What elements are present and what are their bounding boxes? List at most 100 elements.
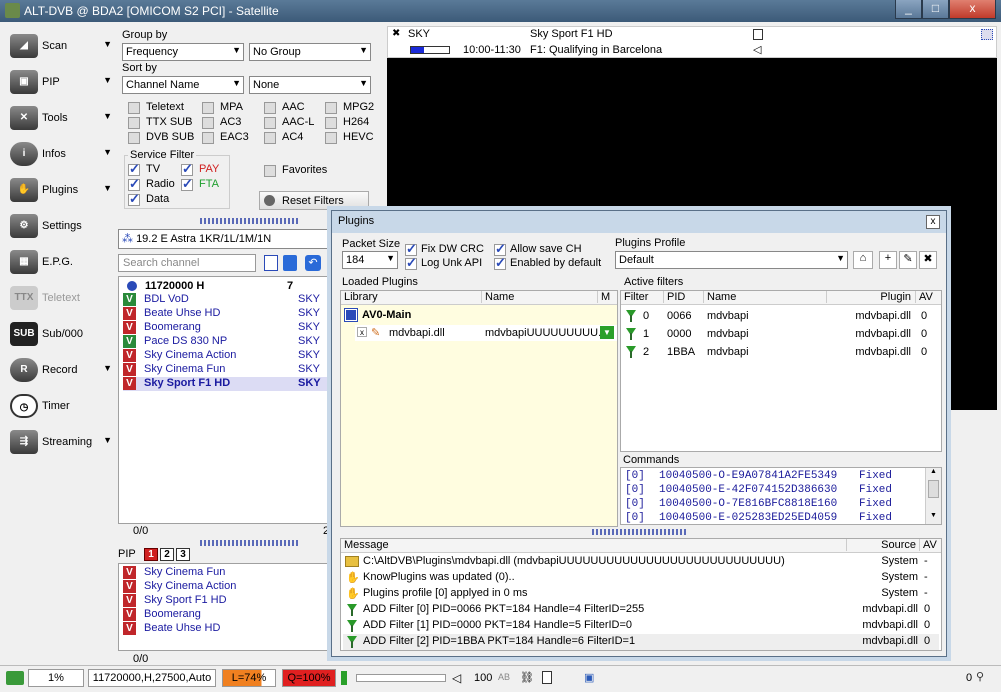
filter-h264-checkbox[interactable] bbox=[325, 117, 337, 129]
search-channel-input[interactable]: Search channel bbox=[118, 254, 256, 272]
minimize-button[interactable]: _ bbox=[895, 0, 922, 19]
nav-subtitles[interactable]: SUB Sub/000 bbox=[8, 318, 112, 350]
nav-epg[interactable]: ▦ E.P.G. bbox=[8, 246, 112, 278]
active-filter-row[interactable]: 1 0000 mdvbapi mdvbapi.dll 0 bbox=[621, 326, 941, 342]
nav-timer[interactable]: ◷ Timer bbox=[8, 390, 112, 422]
pip-row[interactable]: V Sky Cinema Action bbox=[123, 580, 328, 594]
chevron-down-icon[interactable]: ▼ bbox=[103, 363, 112, 373]
enabled-by-default-checkbox[interactable] bbox=[494, 255, 506, 271]
pip-row[interactable]: V Sky Cinema Fun bbox=[123, 566, 328, 580]
chevron-down-icon[interactable]: ▼ bbox=[103, 183, 112, 193]
lock-icon[interactable] bbox=[542, 671, 552, 684]
epg-list-icon[interactable] bbox=[753, 29, 763, 40]
channel-row[interactable]: V Pace DS 830 NP SKY bbox=[123, 335, 328, 349]
zoom-icon[interactable]: ⚲ bbox=[976, 670, 984, 683]
loaded-plugin-row[interactable]: x ✎ mdvbapi.dll mdvbapiUUUUUUUUU... ▼ bbox=[355, 325, 617, 341]
chevron-down-icon[interactable]: ▼ bbox=[103, 111, 112, 121]
filter-aac-checkbox[interactable] bbox=[264, 102, 276, 114]
volume-slider[interactable] bbox=[356, 674, 446, 682]
nav-streaming[interactable]: ⇶ Streaming ▼ bbox=[8, 426, 112, 458]
channel-row[interactable]: V Sky Cinema Fun SKY bbox=[123, 363, 328, 377]
nav-settings[interactable]: ⚙ Settings bbox=[8, 210, 112, 242]
message-row[interactable]: ADD Filter [1] PID=0000 PKT=184 Handle=5… bbox=[343, 618, 939, 634]
channel-row-selected[interactable]: V Sky Sport F1 HD SKY bbox=[123, 377, 328, 391]
av-main-group[interactable]: AV0-Main bbox=[362, 309, 411, 321]
filter-eac3-checkbox[interactable] bbox=[202, 132, 214, 144]
edit-profile-icon[interactable]: ✎ bbox=[899, 251, 917, 269]
speaker-icon[interactable]: ◁ bbox=[452, 671, 461, 685]
pip-row[interactable]: V Beate Uhse HD bbox=[123, 622, 328, 636]
service-pay-checkbox[interactable] bbox=[181, 161, 193, 177]
command-row[interactable]: [0] 10040500-O-7E816BFC8818E160 Fixed bbox=[625, 498, 892, 510]
sort-by-select[interactable]: Channel Name ▼ bbox=[122, 76, 244, 94]
epg-fullscreen-icon[interactable] bbox=[981, 29, 993, 40]
favorites-checkbox[interactable] bbox=[264, 165, 276, 177]
plugin-menu-icon[interactable]: ▼ bbox=[600, 326, 614, 339]
channel-row[interactable]: V Beate Uhse HD SKY bbox=[123, 307, 328, 321]
filter-ac4-checkbox[interactable] bbox=[264, 132, 276, 144]
message-row[interactable]: ✋ KnowPlugins was updated (0).. System - bbox=[343, 570, 939, 586]
nav-scan[interactable]: ◢ Scan ▼ bbox=[8, 30, 112, 62]
delete-profile-icon[interactable]: ✖ bbox=[919, 251, 937, 269]
message-row[interactable]: ADD Filter [2] PID=1BBA PKT=184 Handle=6… bbox=[343, 634, 939, 650]
filter-teletext-checkbox[interactable] bbox=[128, 102, 140, 114]
nav-tools[interactable]: ✕ Tools ▼ bbox=[8, 102, 112, 134]
pip-tab-2[interactable]: 2 bbox=[160, 548, 174, 561]
satellite-select[interactable]: ⁂ 19.2 E Astra 1KR/1L/1M/1N bbox=[118, 229, 328, 249]
filter-dvbsub-checkbox[interactable] bbox=[128, 132, 140, 144]
filter-ttxsub-checkbox[interactable] bbox=[128, 117, 140, 129]
message-row[interactable]: ADD Filter [0] PID=0066 PKT=184 Handle=4… bbox=[343, 602, 939, 618]
log-unk-api-checkbox[interactable] bbox=[405, 255, 417, 271]
camera-icon[interactable]: ▣ bbox=[584, 671, 594, 684]
nav-pip[interactable]: ▣ PIP ▼ bbox=[8, 66, 112, 98]
nav-plugins[interactable]: ✋ Plugins ▼ bbox=[8, 174, 112, 206]
group-by-select[interactable]: Frequency ▼ bbox=[122, 43, 244, 61]
active-filter-row[interactable]: 0 0066 mdvbapi mdvbapi.dll 0 bbox=[621, 308, 941, 324]
nav-infos[interactable]: i Infos ▼ bbox=[8, 138, 112, 170]
packet-size-select[interactable]: 184 ▼ bbox=[342, 251, 398, 269]
ab-toggle[interactable]: AB bbox=[498, 672, 510, 682]
nav-record[interactable]: R Record ▼ bbox=[8, 354, 112, 386]
filter-ac3-checkbox[interactable] bbox=[202, 117, 214, 129]
scroll-up-icon[interactable]: ▲ bbox=[930, 468, 937, 475]
filter-aacl-checkbox[interactable] bbox=[264, 117, 276, 129]
filter-mpa-checkbox[interactable] bbox=[202, 102, 214, 114]
message-row[interactable]: ✋ Plugins profile [0] applyed in 0 ms Sy… bbox=[343, 586, 939, 602]
pip-row[interactable]: V Boomerang bbox=[123, 608, 328, 622]
chevron-down-icon[interactable]: ▼ bbox=[103, 147, 112, 157]
plugin-unload-icon[interactable]: x bbox=[357, 327, 367, 337]
list-view-icon[interactable] bbox=[264, 255, 278, 271]
undo-icon[interactable]: ↶ bbox=[305, 255, 321, 271]
plugins-close-button[interactable]: x bbox=[926, 215, 940, 229]
open-folder-icon[interactable]: ⌂ bbox=[853, 251, 873, 269]
scroll-thumb[interactable] bbox=[928, 480, 939, 498]
pip-row[interactable]: V Sky Sport F1 HD bbox=[123, 594, 328, 608]
add-profile-icon[interactable]: + bbox=[879, 251, 897, 269]
link-icon[interactable]: ⛓ bbox=[520, 671, 534, 684]
plugins-profile-select[interactable]: Default ▼ bbox=[615, 251, 848, 269]
splitter-handle-2[interactable] bbox=[200, 540, 298, 546]
scroll-down-icon[interactable]: ▼ bbox=[930, 512, 937, 519]
plugins-splitter[interactable] bbox=[592, 529, 688, 535]
service-radio-checkbox[interactable] bbox=[128, 176, 140, 192]
service-tv-checkbox[interactable] bbox=[128, 161, 140, 177]
service-data-checkbox[interactable] bbox=[128, 191, 140, 207]
speaker-icon[interactable]: ◁ bbox=[753, 43, 761, 56]
command-row[interactable]: [0] 10040500-O-E9A07841A2FE5349 Fixed bbox=[625, 470, 892, 482]
command-row[interactable]: [0] 10040500-E-025283ED25ED4059 Fixed bbox=[625, 512, 892, 524]
channel-row[interactable]: V BDL VoD SKY bbox=[123, 293, 328, 307]
sort-by-select-2[interactable]: None ▼ bbox=[249, 76, 371, 94]
reset-filters-button[interactable]: Reset Filters bbox=[259, 191, 369, 210]
message-row[interactable]: C:\AltDVB\Plugins\mdvbapi.dll (mdvbapiUU… bbox=[343, 554, 939, 570]
channel-row[interactable]: V Boomerang SKY bbox=[123, 321, 328, 335]
splitter-handle[interactable] bbox=[200, 218, 298, 224]
filter-hevc-checkbox[interactable] bbox=[325, 132, 337, 144]
channel-row[interactable]: V Sky Cinema Action SKY bbox=[123, 349, 328, 363]
group-by-select-2[interactable]: No Group ▼ bbox=[249, 43, 371, 61]
chevron-down-icon[interactable]: ▼ bbox=[103, 39, 112, 49]
commands-scrollbar[interactable]: ▲ ▼ bbox=[925, 468, 941, 524]
service-fta-checkbox[interactable] bbox=[181, 176, 193, 192]
epg-close-icon[interactable]: ✖ bbox=[392, 28, 400, 39]
close-button[interactable]: x bbox=[949, 0, 996, 19]
command-row[interactable]: [0] 10040500-E-42F074152D386630 Fixed bbox=[625, 484, 892, 496]
